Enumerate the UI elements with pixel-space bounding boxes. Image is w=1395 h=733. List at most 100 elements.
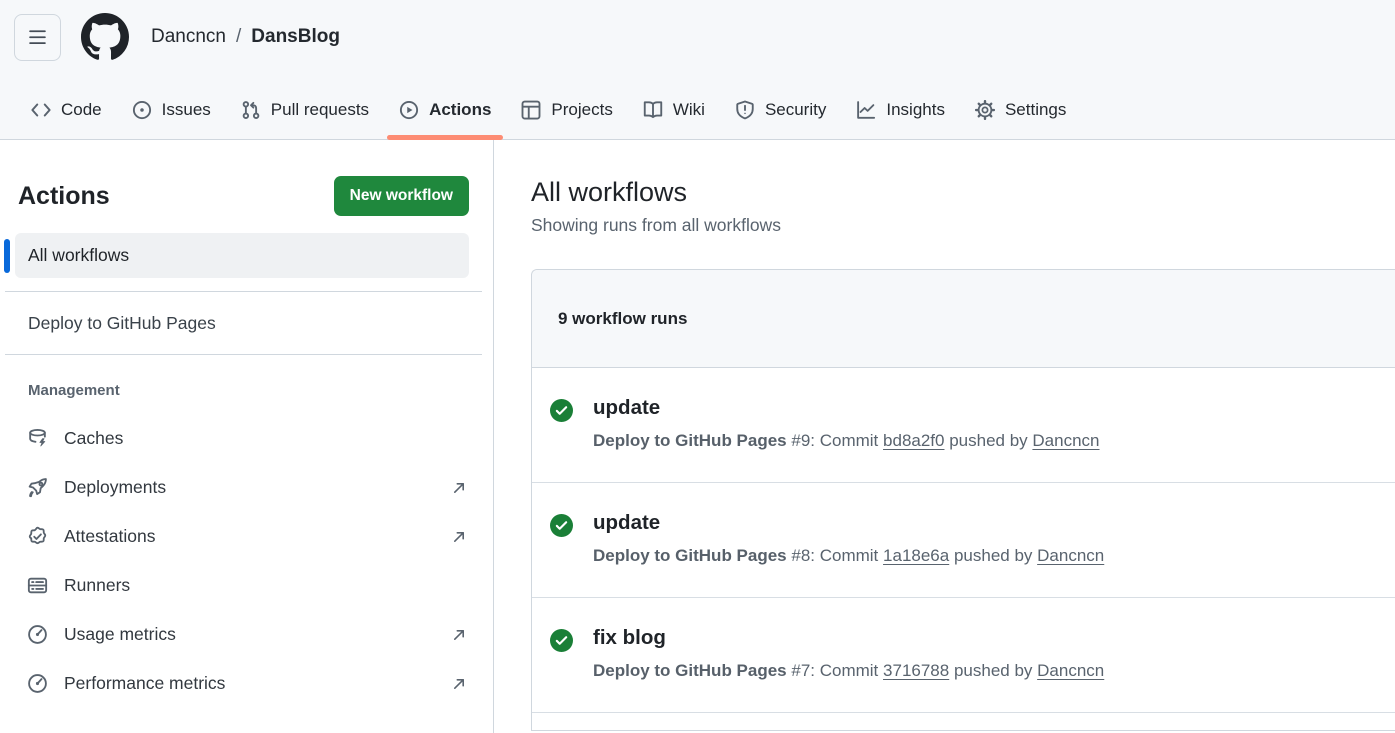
sidebar-item-deployments[interactable]: Deployments bbox=[0, 463, 493, 512]
cache-icon bbox=[27, 428, 48, 449]
server-icon bbox=[27, 575, 48, 596]
tab-actions[interactable]: Actions bbox=[389, 81, 501, 139]
run-subtitle: Deploy to GitHub Pages #7: Commit 371678… bbox=[593, 661, 1104, 681]
run-title-link[interactable]: update bbox=[593, 396, 1100, 420]
gear-icon bbox=[975, 100, 995, 120]
management-section-label: Management bbox=[28, 382, 493, 399]
pushed-by-text: pushed by bbox=[949, 431, 1027, 450]
tab-label: Insights bbox=[886, 100, 945, 120]
run-number-text: #7: Commit bbox=[791, 661, 878, 680]
tab-label: Wiki bbox=[673, 100, 705, 120]
issue-opened-icon bbox=[132, 100, 152, 120]
author-link[interactable]: Dancncn bbox=[1037, 546, 1104, 565]
sidebar-item-label: Runners bbox=[64, 575, 130, 596]
sidebar-item-usage-metrics[interactable]: Usage metrics bbox=[0, 610, 493, 659]
tab-settings[interactable]: Settings bbox=[965, 81, 1076, 139]
arrow-up-right-icon bbox=[451, 480, 467, 496]
workflow-run-row[interactable]: fix blog Deploy to GitHub Pages #7: Comm… bbox=[532, 598, 1395, 713]
tab-label: Projects bbox=[551, 100, 612, 120]
sidebar-item-label: Caches bbox=[64, 428, 123, 449]
page-subtitle: Showing runs from all workflows bbox=[531, 215, 1395, 236]
workflow-runs-box: 9 workflow runs update Deploy to GitHub … bbox=[531, 269, 1395, 731]
tab-pull-requests[interactable]: Pull requests bbox=[231, 81, 379, 139]
check-circle-icon bbox=[550, 514, 573, 537]
run-workflow-name: Deploy to GitHub Pages bbox=[593, 546, 787, 565]
arrow-up-right-icon bbox=[451, 676, 467, 692]
breadcrumb-separator: / bbox=[236, 26, 241, 48]
graph-icon bbox=[856, 100, 876, 120]
sidebar-title: Actions bbox=[18, 182, 110, 211]
code-icon bbox=[31, 100, 51, 120]
github-actions-page: Dancncn / DansBlog Code Issues bbox=[0, 0, 1395, 733]
sidebar-item-label: Deployments bbox=[64, 477, 166, 498]
workflow-run-row[interactable]: update Deploy to GitHub Pages #8: Commit… bbox=[532, 483, 1395, 598]
meter-icon bbox=[27, 673, 48, 694]
tab-label: Issues bbox=[162, 100, 211, 120]
verified-icon bbox=[27, 526, 48, 547]
check-circle-icon bbox=[550, 399, 573, 422]
tab-label: Settings bbox=[1005, 100, 1066, 120]
tab-wiki[interactable]: Wiki bbox=[633, 81, 715, 139]
page-title: All workflows bbox=[531, 177, 1395, 208]
arrow-up-right-icon bbox=[451, 529, 467, 545]
shield-icon bbox=[735, 100, 755, 120]
run-text: fix blog Deploy to GitHub Pages #7: Comm… bbox=[593, 626, 1104, 681]
commit-link[interactable]: 3716788 bbox=[883, 661, 949, 680]
management-list: Caches Deployments Attestations bbox=[0, 414, 493, 708]
sidebar-item-workflow-deploy[interactable]: Deploy to GitHub Pages bbox=[0, 292, 493, 354]
rocket-icon bbox=[27, 477, 48, 498]
arrow-up-right-icon bbox=[451, 627, 467, 643]
pushed-by-text: pushed by bbox=[954, 546, 1032, 565]
workflow-run-row[interactable]: update Deploy to GitHub Pages #9: Commit… bbox=[532, 368, 1395, 483]
hamburger-menu-button[interactable] bbox=[14, 14, 61, 61]
run-title-link[interactable]: fix blog bbox=[593, 626, 1104, 650]
tab-label: Actions bbox=[429, 100, 491, 120]
tab-label: Code bbox=[61, 100, 102, 120]
tab-label: Pull requests bbox=[271, 100, 369, 120]
sidebar-item-label: Performance metrics bbox=[64, 673, 225, 694]
tab-security[interactable]: Security bbox=[725, 81, 836, 139]
tab-projects[interactable]: Projects bbox=[511, 81, 622, 139]
sidebar-item-all-workflows[interactable]: All workflows bbox=[15, 233, 469, 278]
workflow-label: Deploy to GitHub Pages bbox=[28, 313, 216, 333]
sidebar-item-runners[interactable]: Runners bbox=[0, 561, 493, 610]
author-link[interactable]: Dancncn bbox=[1032, 431, 1099, 450]
repo-nav-tabs: Code Issues Pull requests Actions bbox=[16, 81, 1081, 139]
breadcrumb: Dancncn / DansBlog bbox=[151, 26, 340, 48]
main-content: All workflows Showing runs from all work… bbox=[494, 140, 1395, 733]
sidebar-item-label: Usage metrics bbox=[64, 624, 176, 645]
tab-code[interactable]: Code bbox=[21, 81, 112, 139]
commit-link[interactable]: 1a18e6a bbox=[883, 546, 949, 565]
breadcrumb-repo-link[interactable]: DansBlog bbox=[251, 26, 340, 48]
runs-count-header: 9 workflow runs bbox=[532, 270, 1395, 368]
sidebar-item-label: Attestations bbox=[64, 526, 155, 547]
play-circle-icon bbox=[399, 100, 419, 120]
pull-request-icon bbox=[241, 100, 261, 120]
github-logo-icon[interactable] bbox=[81, 13, 129, 61]
breadcrumb-owner-link[interactable]: Dancncn bbox=[151, 26, 226, 48]
tab-insights[interactable]: Insights bbox=[846, 81, 955, 139]
sidebar-item-performance-metrics[interactable]: Performance metrics bbox=[0, 659, 493, 708]
run-workflow-name: Deploy to GitHub Pages bbox=[593, 661, 787, 680]
run-number-text: #9: Commit bbox=[791, 431, 878, 450]
three-bars-icon bbox=[28, 28, 47, 47]
book-icon bbox=[643, 100, 663, 120]
app-header: Dancncn / DansBlog Code Issues bbox=[0, 0, 1395, 140]
actions-sidebar: Actions New workflow All workflows Deplo… bbox=[0, 140, 494, 733]
author-link[interactable]: Dancncn bbox=[1037, 661, 1104, 680]
run-title-link[interactable]: update bbox=[593, 511, 1104, 535]
run-number-text: #8: Commit bbox=[791, 546, 878, 565]
sidebar-item-caches[interactable]: Caches bbox=[0, 414, 493, 463]
run-text: update Deploy to GitHub Pages #9: Commit… bbox=[593, 396, 1100, 451]
new-workflow-button[interactable]: New workflow bbox=[334, 176, 469, 216]
all-workflows-label: All workflows bbox=[28, 245, 129, 265]
tab-issues[interactable]: Issues bbox=[122, 81, 221, 139]
run-subtitle: Deploy to GitHub Pages #9: Commit bd8a2f… bbox=[593, 431, 1100, 451]
header-top-row: Dancncn / DansBlog bbox=[0, 0, 1395, 61]
sidebar-header: Actions New workflow bbox=[18, 176, 469, 216]
meter-icon bbox=[27, 624, 48, 645]
commit-link[interactable]: bd8a2f0 bbox=[883, 431, 944, 450]
sidebar-item-attestations[interactable]: Attestations bbox=[0, 512, 493, 561]
run-text: update Deploy to GitHub Pages #8: Commit… bbox=[593, 511, 1104, 566]
page-body: Actions New workflow All workflows Deplo… bbox=[0, 140, 1395, 733]
